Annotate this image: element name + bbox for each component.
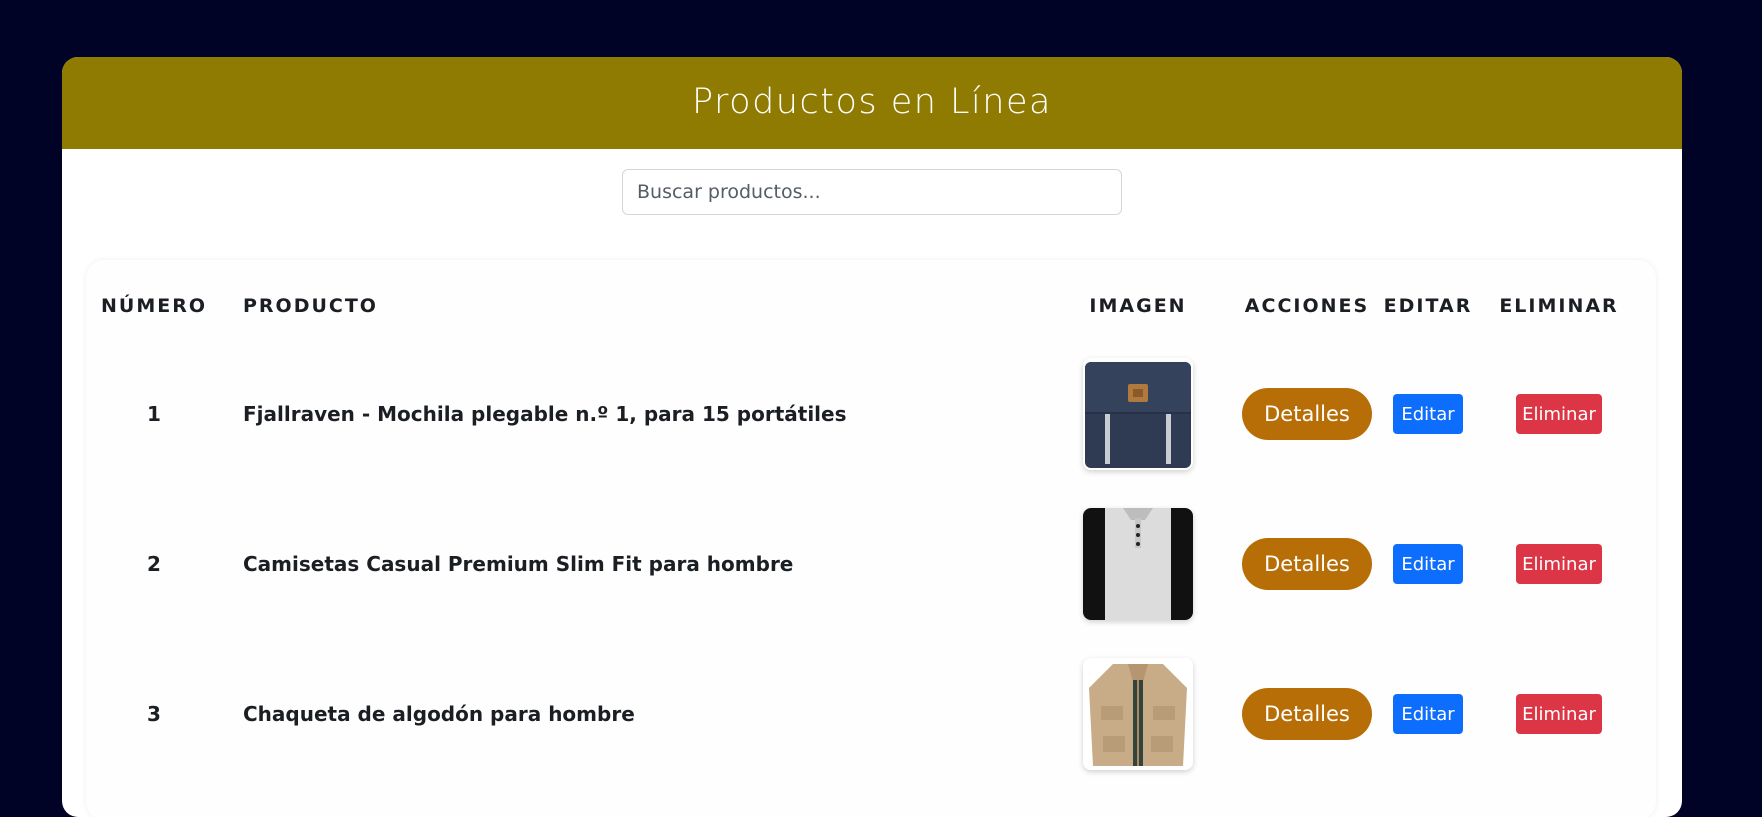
- details-button[interactable]: Detalles: [1242, 688, 1372, 740]
- tshirt-image: [1083, 508, 1193, 620]
- table-row: 2 Camisetas Casual Premium Slim Fit para…: [86, 489, 1656, 639]
- product-name: Camisetas Casual Premium Slim Fit para h…: [243, 552, 794, 576]
- product-image-jacket[interactable]: [1083, 658, 1193, 770]
- search-container: [622, 169, 1122, 215]
- table-row: 1 Fjallraven - Mochila plegable n.º 1, p…: [86, 339, 1656, 489]
- product-name: Chaqueta de algodón para hombre: [243, 702, 635, 726]
- backpack-image: [1083, 358, 1193, 470]
- edit-button[interactable]: Editar: [1393, 544, 1463, 584]
- edit-button[interactable]: Editar: [1393, 394, 1463, 434]
- column-header-product: PRODUCTO: [243, 295, 378, 317]
- edit-button[interactable]: Editar: [1393, 694, 1463, 734]
- details-button[interactable]: Detalles: [1242, 388, 1372, 440]
- delete-button[interactable]: Eliminar: [1516, 544, 1602, 584]
- delete-button[interactable]: Eliminar: [1516, 394, 1602, 434]
- table-row: 3 Chaqueta de algodón para hombre Detall…: [86, 639, 1656, 789]
- page-title: Productos en Línea: [692, 82, 1052, 122]
- row-number: 3: [147, 702, 161, 726]
- product-image-tshirt[interactable]: [1083, 508, 1193, 620]
- column-header-number: NÚMERO: [101, 295, 207, 317]
- card-header: Productos en Línea: [62, 57, 1682, 149]
- row-number: 1: [147, 402, 161, 426]
- products-table: NÚMERO PRODUCTO IMAGEN ACCIONES EDITAR E…: [86, 260, 1656, 817]
- product-image-backpack[interactable]: [1083, 358, 1193, 470]
- column-header-edit: EDITAR: [1383, 295, 1473, 317]
- jacket-image: [1083, 658, 1193, 770]
- column-header-actions: ACCIONES: [1244, 295, 1370, 317]
- delete-button[interactable]: Eliminar: [1516, 694, 1602, 734]
- products-card: Productos en Línea NÚMERO PRODUCTO IMAGE…: [62, 57, 1682, 817]
- search-input[interactable]: [622, 169, 1122, 215]
- row-number: 2: [147, 552, 161, 576]
- column-header-delete: ELIMINAR: [1499, 295, 1619, 317]
- details-button[interactable]: Detalles: [1242, 538, 1372, 590]
- product-name: Fjallraven - Mochila plegable n.º 1, par…: [243, 402, 847, 426]
- column-header-image: IMAGEN: [1089, 295, 1187, 317]
